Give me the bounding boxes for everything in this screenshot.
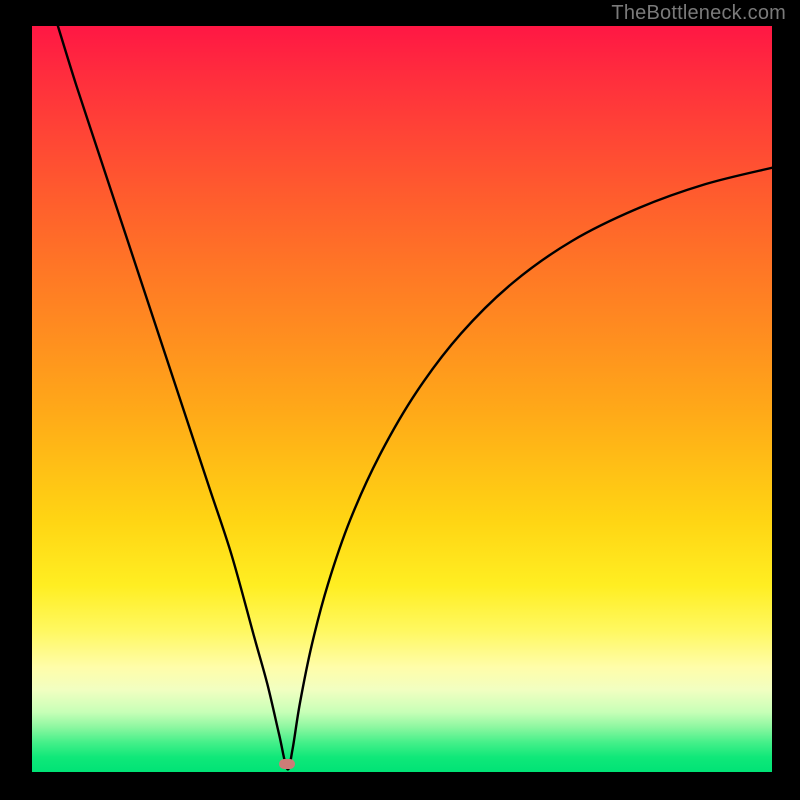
chart-container: TheBottleneck.com [0,0,800,800]
attribution-text: TheBottleneck.com [611,2,786,25]
bottleneck-curve [32,26,772,772]
optimum-marker [279,759,295,769]
plot-area [30,24,774,774]
